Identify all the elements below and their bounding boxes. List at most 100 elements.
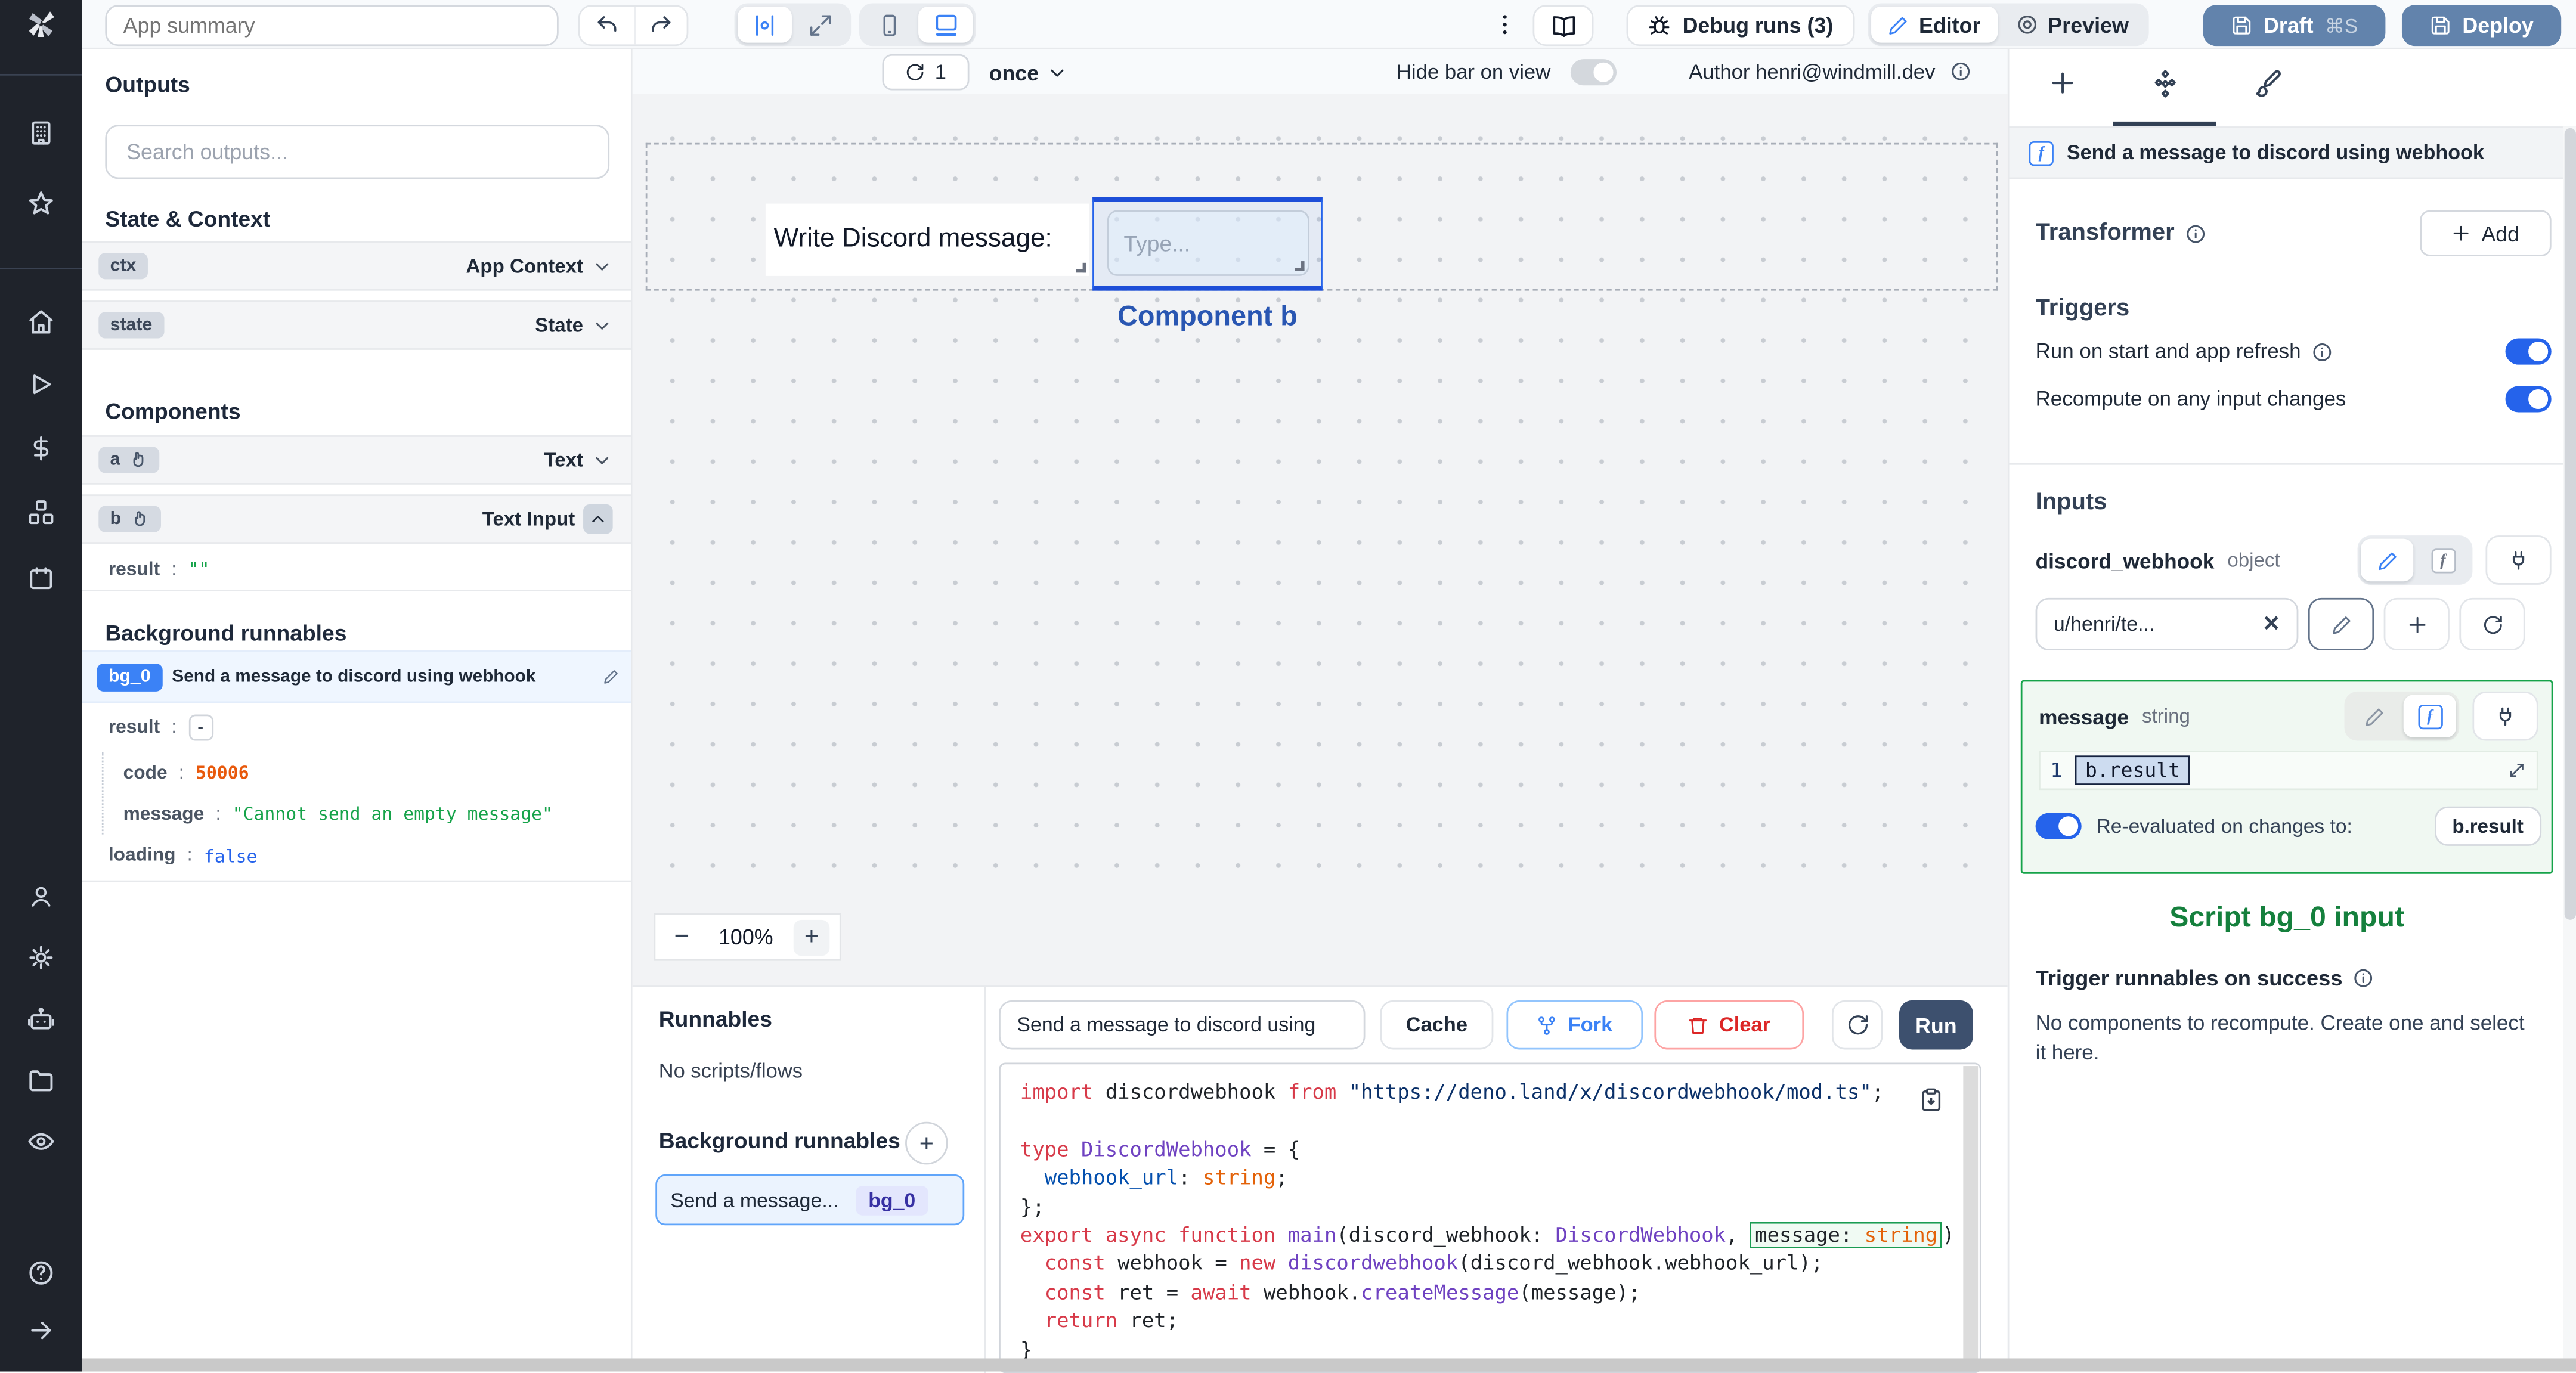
resources-icon[interactable] (27, 498, 55, 526)
component-b-selected[interactable]: Type... (1092, 197, 1323, 291)
cache-button[interactable]: Cache (1380, 1000, 1494, 1050)
workspace-icon[interactable] (27, 119, 55, 147)
component-row-a[interactable]: a Text (82, 435, 631, 485)
windmill-logo-icon[interactable] (24, 7, 57, 48)
audit-eye-icon[interactable] (27, 1127, 55, 1155)
zoom-out-button[interactable]: − (665, 922, 698, 952)
add-resource-button[interactable] (2383, 597, 2450, 651)
function-icon: f (2029, 140, 2054, 165)
center-layout-button[interactable] (738, 7, 792, 43)
tab-styling[interactable] (2254, 69, 2282, 97)
expand-icon[interactable] (2507, 761, 2527, 780)
edit-pencil-icon[interactable] (603, 668, 620, 685)
collapse-arrow-icon[interactable] (28, 1318, 54, 1344)
eval-mode-button[interactable]: f (2403, 695, 2456, 738)
fullwidth-layout-button[interactable] (794, 7, 848, 43)
resource-picker[interactable]: u/henri/te... ✕ (2035, 597, 2299, 651)
runnable-item-bg0[interactable]: Send a message... bg_0 (655, 1174, 965, 1226)
docs-book-button[interactable] (1532, 5, 1594, 47)
input-placeholder: Type... (1123, 231, 1191, 256)
connect-plug-button[interactable] (2485, 535, 2552, 585)
reeval-toggle[interactable] (2035, 813, 2082, 839)
key-label: message (123, 804, 205, 824)
copilot-paste-icon[interactable] (1919, 1087, 1943, 1112)
deploy-button[interactable]: Deploy (2401, 5, 2562, 47)
output-row-ctx[interactable]: ctx App Context (82, 241, 631, 291)
code-editor[interactable]: import discordwebhook from "https://deno… (999, 1062, 1981, 1373)
message-input-card: message string f 1 b.result Re-evaluated… (2020, 680, 2553, 874)
clear-x-icon[interactable]: ✕ (2262, 611, 2280, 637)
resize-handle[interactable] (1295, 261, 1305, 271)
static-edit-mode-button[interactable] (2348, 695, 2400, 737)
draft-button[interactable]: Draft ⌘S (2203, 5, 2386, 47)
edit-resource-button[interactable] (2308, 597, 2374, 651)
variables-icon[interactable] (28, 435, 54, 461)
component-row-b[interactable]: b Text Input (82, 494, 631, 544)
add-background-runnable-button[interactable]: + (905, 1121, 948, 1165)
home-icon[interactable] (27, 308, 55, 336)
key-label: result (108, 559, 160, 579)
inputs-title: Inputs (2035, 489, 2107, 516)
text-input-component[interactable]: Type... (1107, 210, 1309, 276)
info-icon (2312, 342, 2330, 361)
zoom-in-button[interactable]: + (793, 919, 830, 956)
runs-icon[interactable] (28, 371, 54, 398)
runnable-name-input[interactable] (999, 1000, 1366, 1050)
more-options-kebab-icon[interactable] (1492, 11, 1518, 46)
debug-runs-button[interactable]: Debug runs (3) (1626, 5, 1855, 47)
chevron-down-icon[interactable] (592, 450, 613, 471)
help-icon[interactable] (27, 1259, 55, 1287)
canvas-area: 1 once Hide bar on view Author henri@win… (632, 49, 2008, 986)
runnables-empty-text: No scripts/flows (658, 1059, 803, 1083)
mobile-view-button[interactable] (862, 7, 917, 43)
collapse-value-button[interactable]: - (188, 714, 213, 741)
hide-bar-toggle[interactable] (1570, 59, 1617, 86)
reeval-target-badge[interactable]: b.result (2434, 806, 2542, 846)
component-a-text[interactable]: Write Discord message: (765, 203, 1089, 276)
refresh-mode-dropdown[interactable]: once (989, 54, 1069, 91)
favorites-star-icon[interactable] (27, 190, 55, 218)
fork-button[interactable]: Fork (1506, 1000, 1643, 1050)
app-summary-input[interactable] (105, 5, 559, 47)
horizontal-scrollbar[interactable] (82, 1358, 2576, 1372)
settings-gear-icon[interactable] (27, 944, 55, 972)
tab-editor[interactable]: Editor (1871, 7, 1997, 43)
canvas-toolbar: 1 once Hide bar on view Author henri@win… (632, 49, 2008, 94)
bg0-row[interactable]: bg_0 Send a message to discord using web… (82, 650, 631, 703)
collapse-chevron-up-icon[interactable] (583, 504, 613, 534)
tab-add-component[interactable] (2049, 69, 2077, 97)
chevron-down-icon[interactable] (592, 255, 613, 277)
tab-preview[interactable]: Preview (1999, 7, 2145, 43)
clear-button[interactable]: Clear (1654, 1000, 1804, 1050)
static-edit-mode-button[interactable] (2361, 538, 2414, 582)
recompute-toggle[interactable] (2505, 386, 2552, 413)
connect-plug-button[interactable] (2472, 691, 2538, 741)
users-icon[interactable] (28, 884, 54, 910)
runnable-item-badge: bg_0 (855, 1185, 929, 1215)
workers-icon[interactable] (27, 1006, 55, 1034)
schedules-icon[interactable] (28, 565, 54, 591)
background-runnables-title: Background runnables (105, 621, 347, 646)
chevron-down-icon[interactable] (592, 315, 613, 336)
message-expression-editor[interactable]: 1 b.result (2039, 751, 2538, 791)
trigger-recompute-row: Recompute on any input changes (2036, 386, 2552, 413)
undo-button[interactable] (580, 7, 634, 44)
refresh-count-button[interactable]: 1 (882, 54, 970, 91)
tab-component-settings[interactable] (2150, 69, 2180, 99)
folders-icon[interactable] (27, 1067, 55, 1095)
editor-scrollbar[interactable] (1963, 1066, 1979, 1372)
eval-mode-button[interactable]: f (2417, 539, 2469, 582)
bg0-loading-row: loading: false (108, 845, 258, 867)
redo-button[interactable] (633, 7, 687, 45)
reload-code-button[interactable] (1831, 1000, 1883, 1050)
add-transformer-button[interactable]: Add (2420, 210, 2552, 256)
reload-resource-button[interactable] (2459, 597, 2525, 651)
output-row-state[interactable]: state State (82, 300, 631, 350)
resize-handle[interactable] (1076, 262, 1086, 273)
run-on-start-toggle[interactable] (2505, 338, 2552, 365)
resource-value: u/henri/te... (2053, 612, 2155, 636)
search-outputs-input[interactable] (105, 125, 610, 179)
desktop-view-button[interactable] (918, 7, 973, 43)
run-button[interactable]: Run (1899, 1000, 1973, 1050)
scrollbar-thumb[interactable] (2563, 128, 2575, 920)
